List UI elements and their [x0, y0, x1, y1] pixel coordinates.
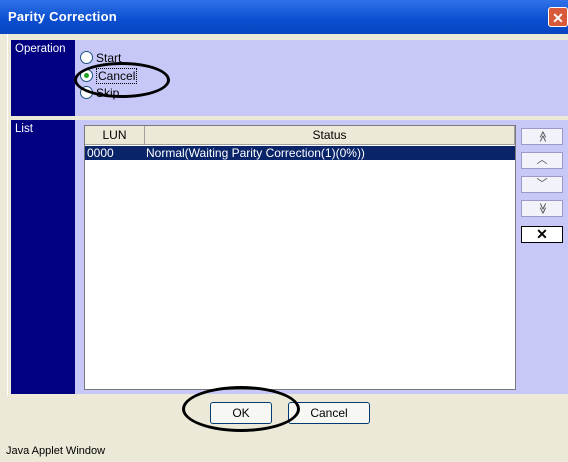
remove-button[interactable]: ✕ [521, 226, 563, 243]
radio-start-indicator[interactable] [80, 51, 93, 64]
chevron-down-icon: ﹀ [536, 178, 548, 190]
chevron-up-icon: ︿ [536, 154, 548, 166]
move-up-button[interactable]: ︿ [521, 152, 563, 169]
window-title: Parity Correction [8, 9, 117, 24]
move-top-button[interactable]: ≪ [521, 128, 563, 145]
lun-table[interactable]: LUN Status 0000 Normal(Waiting Parity Co… [84, 125, 516, 390]
column-header-lun[interactable]: LUN [85, 126, 145, 145]
operation-label: Operation [15, 43, 66, 55]
double-chevron-down-icon: ≫ [536, 202, 549, 215]
annotation-ellipse-ok [182, 386, 300, 432]
double-chevron-up-icon: ≪ [536, 130, 549, 143]
list-label-column: List [11, 120, 75, 394]
title-bar: Parity Correction ✕ [0, 0, 568, 34]
close-button[interactable]: ✕ [548, 7, 568, 27]
applet-footer: Java Applet Window [6, 445, 106, 457]
list-label: List [15, 123, 33, 135]
operation-label-column: Operation [11, 40, 75, 116]
annotation-ellipse-cancel [74, 62, 170, 98]
cell-lun: 0000 [87, 146, 114, 160]
close-icon: ✕ [536, 226, 548, 242]
move-down-button[interactable]: ﹀ [521, 176, 563, 193]
move-bottom-button[interactable]: ≫ [521, 200, 563, 217]
cell-status: Normal(Waiting Parity Correction(1)(0%)) [146, 146, 365, 160]
cancel-button[interactable]: Cancel [288, 402, 370, 424]
column-header-status[interactable]: Status [145, 126, 515, 145]
table-row[interactable]: 0000 Normal(Waiting Parity Correction(1)… [85, 146, 515, 160]
close-icon: ✕ [552, 10, 564, 26]
